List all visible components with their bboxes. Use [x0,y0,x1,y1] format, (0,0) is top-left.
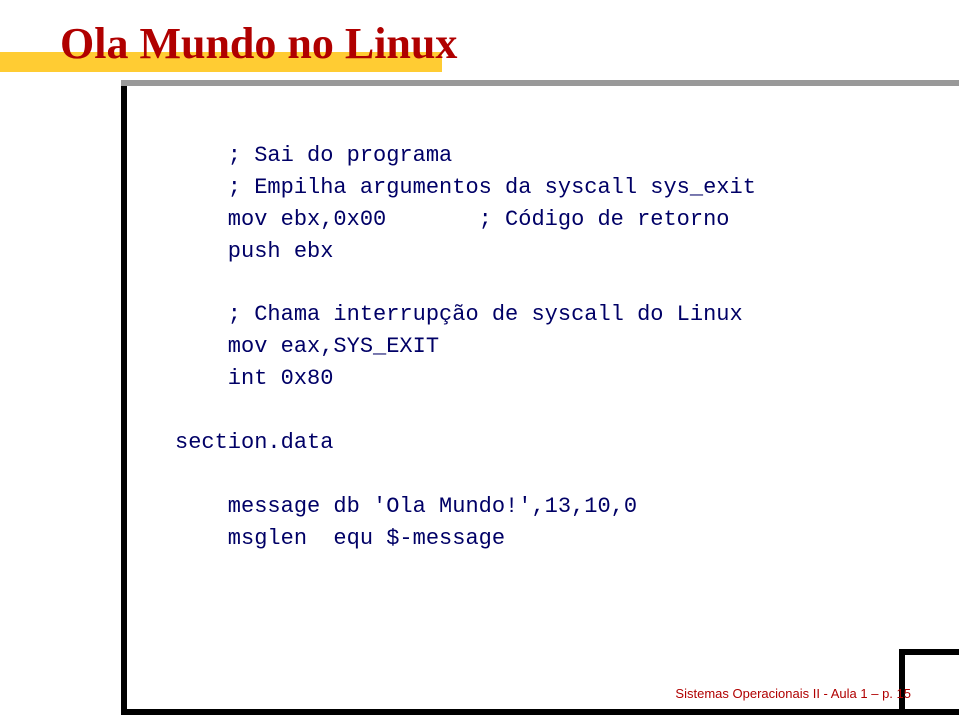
code-block: ; Sai do programa ; Empilha argumentos d… [175,140,756,555]
code-line: ; Sai do programa [175,143,452,168]
code-line: message db 'Ola Mundo!',13,10,0 [175,494,637,519]
code-line: mov ebx,0x00 ; Código de retorno [175,207,730,232]
code-line: section.data [175,430,333,455]
code-line: int 0x80 [175,366,333,391]
footer-text: Sistemas Operacionais II - Aula 1 – p. 1… [675,686,911,701]
slide-title: Ola Mundo no Linux [60,18,959,69]
code-line: ; Chama interrupção de syscall do Linux [175,302,743,327]
code-line: mov eax,SYS_EXIT [175,334,439,359]
code-line: push ebx [175,239,333,264]
code-line: msglen equ $-message [175,526,505,551]
header: Ola Mundo no Linux [0,0,959,69]
code-line: ; Empilha argumentos da syscall sys_exit [175,175,756,200]
